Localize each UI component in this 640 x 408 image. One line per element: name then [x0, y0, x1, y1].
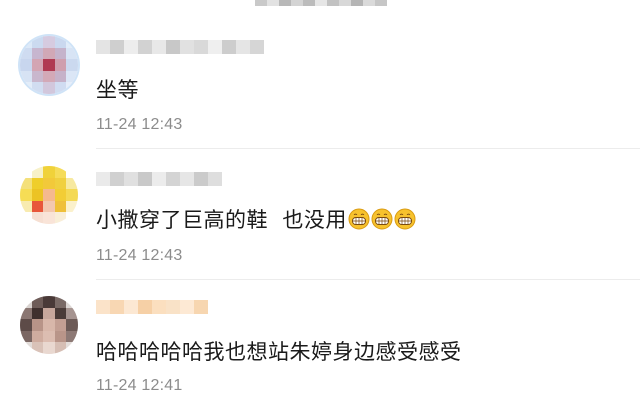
username-blurred[interactable] [96, 40, 264, 54]
username-blurred[interactable] [96, 172, 222, 186]
avatar[interactable] [20, 36, 78, 94]
comment-timestamp: 11-24 12:43 [96, 116, 183, 133]
comment-list: 坐等 11-24 12:43 小撒穿了巨高的鞋 也没用 11-24 12:43 … [0, 0, 640, 408]
avatar[interactable] [20, 166, 78, 224]
avatar[interactable] [20, 296, 78, 354]
divider [96, 148, 640, 149]
emoji-group [348, 208, 416, 230]
grinning-face-icon [394, 208, 416, 230]
comment-text: 哈哈哈哈哈我也想站朱婷身边感受感受 [96, 340, 462, 364]
comment-text: 坐等 [96, 78, 139, 102]
grinning-face-icon [348, 208, 370, 230]
grinning-face-icon [371, 208, 393, 230]
comment-text: 小撒穿了巨高的鞋 也没用 [96, 204, 416, 234]
username-blurred[interactable] [96, 300, 208, 314]
blurred-header-fragment [0, 0, 640, 10]
comment-timestamp: 11-24 12:43 [96, 247, 183, 264]
comment-timestamp: 11-24 12:41 [96, 377, 183, 394]
comment-text-body: 小撒穿了巨高的鞋 也没用 [96, 208, 347, 232]
divider [96, 279, 640, 280]
